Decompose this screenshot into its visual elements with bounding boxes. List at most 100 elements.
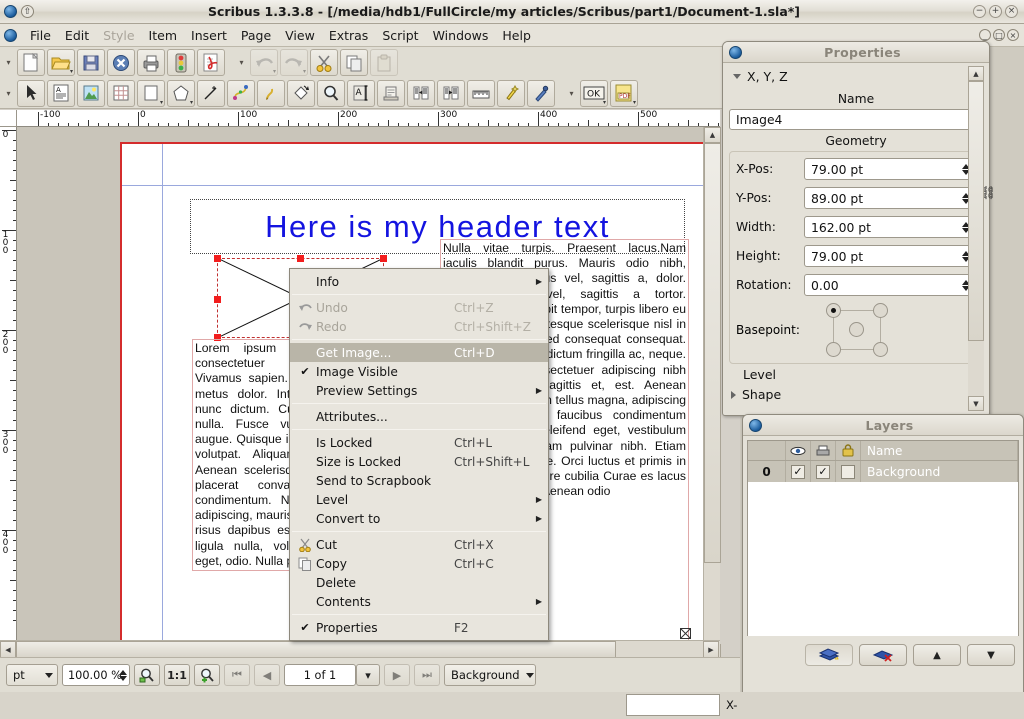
- menu-extras[interactable]: Extras: [322, 25, 376, 46]
- zoom-input[interactable]: 100.00 %: [62, 664, 130, 686]
- context-menu-item-image-visible[interactable]: ✔ Image Visible: [290, 362, 548, 381]
- insert-image-frame-icon[interactable]: [77, 79, 105, 107]
- insert-polygon-icon[interactable]: ▾: [167, 79, 195, 107]
- context-menu-item-info[interactable]: Info ▶: [290, 272, 548, 291]
- horizontal-scroll-thumb[interactable]: [16, 641, 616, 658]
- select-item-icon[interactable]: [17, 79, 45, 107]
- ypos-spinbox[interactable]: 89.00 pt: [804, 187, 976, 209]
- page-indicator[interactable]: 1 of 1: [284, 664, 356, 686]
- copy-item-properties-icon[interactable]: [497, 79, 525, 107]
- menu-edit[interactable]: Edit: [58, 25, 96, 46]
- save-document-icon[interactable]: [77, 49, 105, 76]
- layer-visible-checkbox[interactable]: ✓: [786, 461, 811, 482]
- properties-palette[interactable]: Properties X, Y, Z Name Image4 Geometry …: [722, 41, 996, 416]
- menu-windows[interactable]: Windows: [426, 25, 496, 46]
- mdi-restore-button[interactable]: □: [993, 29, 1005, 41]
- preflight-verifier-icon[interactable]: [167, 49, 195, 76]
- vertical-ruler[interactable]: 0 100 200 300 400: [0, 127, 17, 660]
- insert-shape-icon[interactable]: ▾: [137, 79, 165, 107]
- edit-text-story-editor-icon[interactable]: [377, 79, 405, 107]
- pdf-tools-icon[interactable]: PDF ▾: [610, 79, 638, 107]
- unlink-text-frames-icon[interactable]: [437, 79, 465, 107]
- zoom-in-icon[interactable]: [194, 664, 220, 686]
- text-overflow-indicator-icon[interactable]: [680, 628, 692, 640]
- insert-bezier-curve-icon[interactable]: [227, 79, 255, 107]
- level-section-header[interactable]: Level: [729, 364, 983, 385]
- delete-layer-button[interactable]: [859, 644, 907, 666]
- insert-line-icon[interactable]: [197, 79, 225, 107]
- layers-palette[interactable]: Layers Name 0 ✓ ✓ Background ▲ ▼: [742, 414, 1024, 702]
- open-document-icon[interactable]: ▾: [47, 49, 75, 76]
- add-layer-button[interactable]: [805, 644, 853, 666]
- insert-table-icon[interactable]: [107, 79, 135, 107]
- window-menu-icon[interactable]: ⇧: [21, 5, 34, 18]
- mdi-minimize-button[interactable]: _: [979, 29, 991, 41]
- unit-selector[interactable]: pt: [6, 664, 58, 686]
- height-spinbox[interactable]: 79.00 pt: [804, 245, 976, 267]
- scroll-up-button[interactable]: ▲: [704, 127, 721, 143]
- context-menu-item-size-is-locked[interactable]: Size is Locked Ctrl+Shift+L: [290, 452, 548, 471]
- menu-file[interactable]: File: [23, 25, 58, 46]
- context-menu-item-properties[interactable]: ✔ Properties F2: [290, 618, 548, 637]
- rotate-item-icon[interactable]: [287, 79, 315, 107]
- vertical-scroll-thumb[interactable]: [704, 143, 721, 563]
- canvas-vertical-scrollbar[interactable]: ▲ ▼: [703, 127, 721, 660]
- basepoint-selector[interactable]: [826, 303, 888, 357]
- export-pdf-icon[interactable]: [197, 49, 225, 76]
- resize-handle-w[interactable]: [214, 296, 221, 303]
- edit-contents-icon[interactable]: A: [347, 79, 375, 107]
- context-menu-item-attributes[interactable]: Attributes...: [290, 407, 548, 426]
- chevron-down-icon[interactable]: ▾: [190, 99, 193, 106]
- context-menu-item-convert-to[interactable]: Convert to ▶: [290, 509, 548, 528]
- basepoint-top-left[interactable]: [826, 303, 841, 318]
- properties-scroll-thumb[interactable]: [968, 81, 984, 341]
- basepoint-bottom-left[interactable]: [826, 342, 841, 357]
- zoom-out-icon[interactable]: [134, 664, 160, 686]
- context-menu-item-level[interactable]: Level ▶: [290, 490, 548, 509]
- context-menu-item-contents[interactable]: Contents ▶: [290, 592, 548, 611]
- zoom-icon[interactable]: [317, 79, 345, 107]
- layer-name[interactable]: Background: [861, 461, 1018, 482]
- eye-dropper-icon[interactable]: [527, 79, 555, 107]
- insert-text-frame-icon[interactable]: A: [47, 79, 75, 107]
- properties-scroll-up-button[interactable]: ▲: [968, 66, 984, 81]
- context-menu-item-copy[interactable]: Copy Ctrl+C: [290, 554, 548, 573]
- toolbar-grip-edit[interactable]: ▾: [237, 51, 246, 75]
- layer-locked-checkbox[interactable]: [836, 461, 861, 482]
- item-name-input[interactable]: Image4: [729, 109, 983, 130]
- context-menu-item-get-image[interactable]: Get Image... Ctrl+D: [290, 343, 548, 362]
- minimize-button[interactable]: −: [973, 5, 986, 18]
- scroll-left-button[interactable]: ◀: [0, 641, 16, 658]
- menu-help[interactable]: Help: [495, 25, 538, 46]
- resize-handle-n[interactable]: [297, 255, 304, 262]
- layers-palette-titlebar[interactable]: Layers: [743, 415, 1023, 436]
- pdf-ok-button-icon[interactable]: OK ▾: [580, 79, 608, 107]
- coordinate-input[interactable]: [626, 694, 720, 716]
- layer-selector[interactable]: Background: [444, 664, 536, 686]
- zoom-100-button[interactable]: 1:1: [164, 664, 190, 686]
- table-row[interactable]: 0 ✓ ✓ Background: [748, 461, 1018, 482]
- layer-printable-checkbox[interactable]: ✓: [811, 461, 836, 482]
- measurements-icon[interactable]: [467, 79, 495, 107]
- close-document-icon[interactable]: [107, 49, 135, 76]
- close-button[interactable]: ×: [1005, 5, 1018, 18]
- xpos-spinbox[interactable]: 79.00 pt: [804, 158, 976, 180]
- scroll-right-button[interactable]: ▶: [703, 641, 719, 658]
- properties-palette-scrollbar[interactable]: ▲ ▼: [968, 66, 984, 411]
- rotation-spinbox[interactable]: 0.00: [804, 274, 976, 296]
- resize-handle-ne[interactable]: [380, 255, 387, 262]
- chevron-down-icon[interactable]: ▾: [70, 69, 73, 75]
- cut-icon[interactable]: [310, 49, 338, 76]
- insert-freehand-line-icon[interactable]: [257, 79, 285, 107]
- zoom-stepper[interactable]: [119, 669, 127, 681]
- xyz-section-header[interactable]: X, Y, Z: [729, 67, 983, 88]
- properties-palette-titlebar[interactable]: Properties: [723, 42, 989, 63]
- context-menu-item-is-locked[interactable]: Is Locked Ctrl+L: [290, 433, 548, 452]
- chevron-down-icon[interactable]: ▾: [603, 99, 606, 106]
- lower-layer-button[interactable]: ▼: [967, 644, 1015, 666]
- basepoint-center[interactable]: [849, 322, 864, 337]
- menu-item[interactable]: Item: [142, 25, 184, 46]
- link-text-frames-icon[interactable]: [407, 79, 435, 107]
- menu-view[interactable]: View: [278, 25, 322, 46]
- basepoint-bottom-right[interactable]: [873, 342, 888, 357]
